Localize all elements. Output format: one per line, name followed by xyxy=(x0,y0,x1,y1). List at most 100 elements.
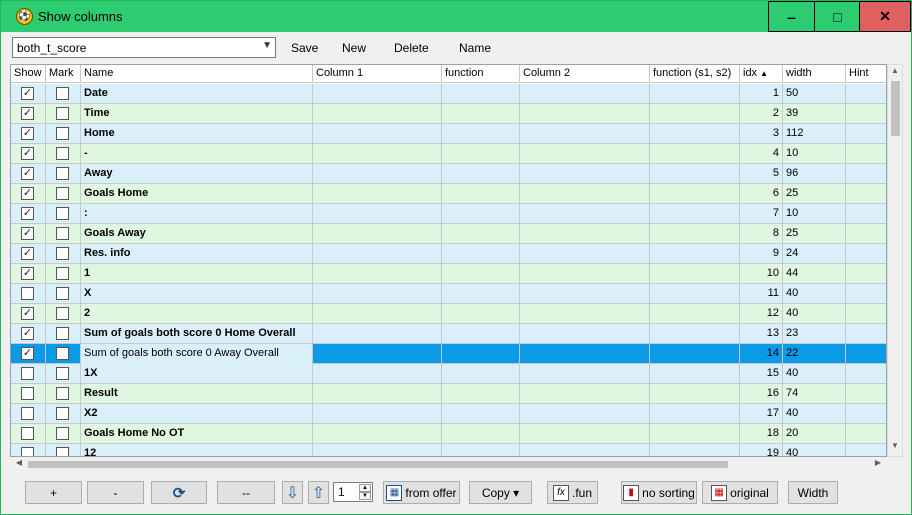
name-cell[interactable]: 1X xyxy=(81,364,313,384)
name-cell[interactable]: Home xyxy=(81,124,313,144)
header-column-2[interactable]: Column 2 xyxy=(520,65,650,83)
table-row[interactable]: ✓: 7 10 xyxy=(11,204,886,224)
function-s-cell[interactable] xyxy=(650,344,740,364)
width-cell[interactable]: 44 xyxy=(783,264,846,284)
dashes-button[interactable]: -- xyxy=(217,481,275,504)
mark-checkbox[interactable] xyxy=(56,227,69,240)
new-button[interactable]: New xyxy=(342,41,366,55)
hint-cell[interactable] xyxy=(846,264,886,284)
show-checkbox[interactable]: ✓ xyxy=(21,167,34,180)
width-cell[interactable]: 10 xyxy=(783,144,846,164)
mark-checkbox[interactable] xyxy=(56,267,69,280)
maximize-button[interactable]: □ xyxy=(814,1,860,32)
hint-cell[interactable] xyxy=(846,84,886,104)
function-s-cell[interactable] xyxy=(650,444,740,456)
width-cell[interactable]: 22 xyxy=(783,344,846,364)
column-2-cell[interactable] xyxy=(520,284,650,304)
mark-checkbox[interactable] xyxy=(56,427,69,440)
mark-checkbox[interactable] xyxy=(56,147,69,160)
mark-checkbox[interactable] xyxy=(56,307,69,320)
width-cell[interactable]: 40 xyxy=(783,304,846,324)
save-button[interactable]: Save xyxy=(291,41,318,55)
width-cell[interactable]: 39 xyxy=(783,104,846,124)
table-row[interactable]: Goals Home No OT 18 20 xyxy=(11,424,886,444)
function-cell[interactable] xyxy=(442,104,520,124)
name-cell[interactable]: Res. info xyxy=(81,244,313,264)
column-2-cell[interactable] xyxy=(520,244,650,264)
function-cell[interactable] xyxy=(442,444,520,456)
column-2-cell[interactable] xyxy=(520,204,650,224)
width-cell[interactable]: 50 xyxy=(783,84,846,104)
name-cell[interactable]: 12 xyxy=(81,444,313,456)
function-s-cell[interactable] xyxy=(650,424,740,444)
mark-checkbox[interactable] xyxy=(56,367,69,380)
move-up-button[interactable]: ⇧ xyxy=(308,481,329,504)
table-row[interactable]: ✓ Res. info 9 24 xyxy=(11,244,886,264)
width-cell[interactable]: 20 xyxy=(783,424,846,444)
hint-cell[interactable] xyxy=(846,304,886,324)
table-row[interactable]: ✓ Away 5 96 xyxy=(11,164,886,184)
table-row[interactable]: 12 19 40 xyxy=(11,444,886,456)
function-cell[interactable] xyxy=(442,224,520,244)
table-row[interactable]: ✓ Goals Away 8 25 xyxy=(11,224,886,244)
function-cell[interactable] xyxy=(442,184,520,204)
delete-button[interactable]: Delete xyxy=(394,41,429,55)
name-button[interactable]: Name xyxy=(459,41,491,55)
column-2-cell[interactable] xyxy=(520,264,650,284)
column-2-cell[interactable] xyxy=(520,164,650,184)
column-2-cell[interactable] xyxy=(520,184,650,204)
show-checkbox[interactable]: ✓ xyxy=(21,267,34,280)
scroll-right-icon[interactable]: ▶ xyxy=(871,458,885,470)
hint-cell[interactable] xyxy=(846,444,886,456)
column-1-cell[interactable] xyxy=(313,104,442,124)
function-s-cell[interactable] xyxy=(650,264,740,284)
column-1-cell[interactable] xyxy=(313,164,442,184)
table-row[interactable]: ✓ Home 3 112 xyxy=(11,124,886,144)
table-row[interactable]: X2 17 40 xyxy=(11,404,886,424)
name-cell[interactable]: 2 xyxy=(81,304,313,324)
mark-checkbox[interactable] xyxy=(56,207,69,220)
mark-checkbox[interactable] xyxy=(56,327,69,340)
column-2-cell[interactable] xyxy=(520,384,650,404)
column-1-cell[interactable] xyxy=(313,124,442,144)
column-1-cell[interactable] xyxy=(313,384,442,404)
hint-cell[interactable] xyxy=(846,344,886,364)
function-cell[interactable] xyxy=(442,364,520,384)
function-cell[interactable] xyxy=(442,424,520,444)
column-2-cell[interactable] xyxy=(520,224,650,244)
name-cell[interactable]: Time xyxy=(81,104,313,124)
function-s-cell[interactable] xyxy=(650,304,740,324)
column-1-cell[interactable] xyxy=(313,184,442,204)
copy-dropdown-button[interactable]: Copy ▾ xyxy=(469,481,532,504)
hscroll-thumb[interactable] xyxy=(28,461,728,468)
column-2-cell[interactable] xyxy=(520,84,650,104)
column-2-cell[interactable] xyxy=(520,364,650,384)
table-row[interactable]: ✓ Sum of goals both score 0 Away Overall 1… xyxy=(11,344,886,364)
name-cell[interactable]: Goals Home xyxy=(81,184,313,204)
mark-checkbox[interactable] xyxy=(56,347,69,360)
table-row[interactable]: ✓ 1 10 44 xyxy=(11,264,886,284)
hint-cell[interactable] xyxy=(846,384,886,404)
function-s-cell[interactable] xyxy=(650,104,740,124)
scroll-left-icon[interactable]: ◀ xyxy=(12,458,26,470)
header-show[interactable]: Show xyxy=(11,65,46,83)
name-cell[interactable]: : xyxy=(81,204,313,224)
column-1-cell[interactable] xyxy=(313,244,442,264)
column-1-cell[interactable] xyxy=(313,444,442,456)
function-s-cell[interactable] xyxy=(650,324,740,344)
move-down-button[interactable]: ⇩ xyxy=(282,481,303,504)
function-s-cell[interactable] xyxy=(650,224,740,244)
show-checkbox[interactable]: ✓ xyxy=(21,147,34,160)
name-cell[interactable]: Away xyxy=(81,164,313,184)
column-2-cell[interactable] xyxy=(520,404,650,424)
column-1-cell[interactable] xyxy=(313,224,442,244)
column-2-cell[interactable] xyxy=(520,124,650,144)
show-checkbox[interactable]: ✓ xyxy=(21,127,34,140)
column-2-cell[interactable] xyxy=(520,424,650,444)
column-1-cell[interactable] xyxy=(313,144,442,164)
width-cell[interactable]: 25 xyxy=(783,224,846,244)
function-s-cell[interactable] xyxy=(650,384,740,404)
name-cell[interactable]: Goals Away xyxy=(81,224,313,244)
hint-cell[interactable] xyxy=(846,404,886,424)
column-1-cell[interactable] xyxy=(313,84,442,104)
